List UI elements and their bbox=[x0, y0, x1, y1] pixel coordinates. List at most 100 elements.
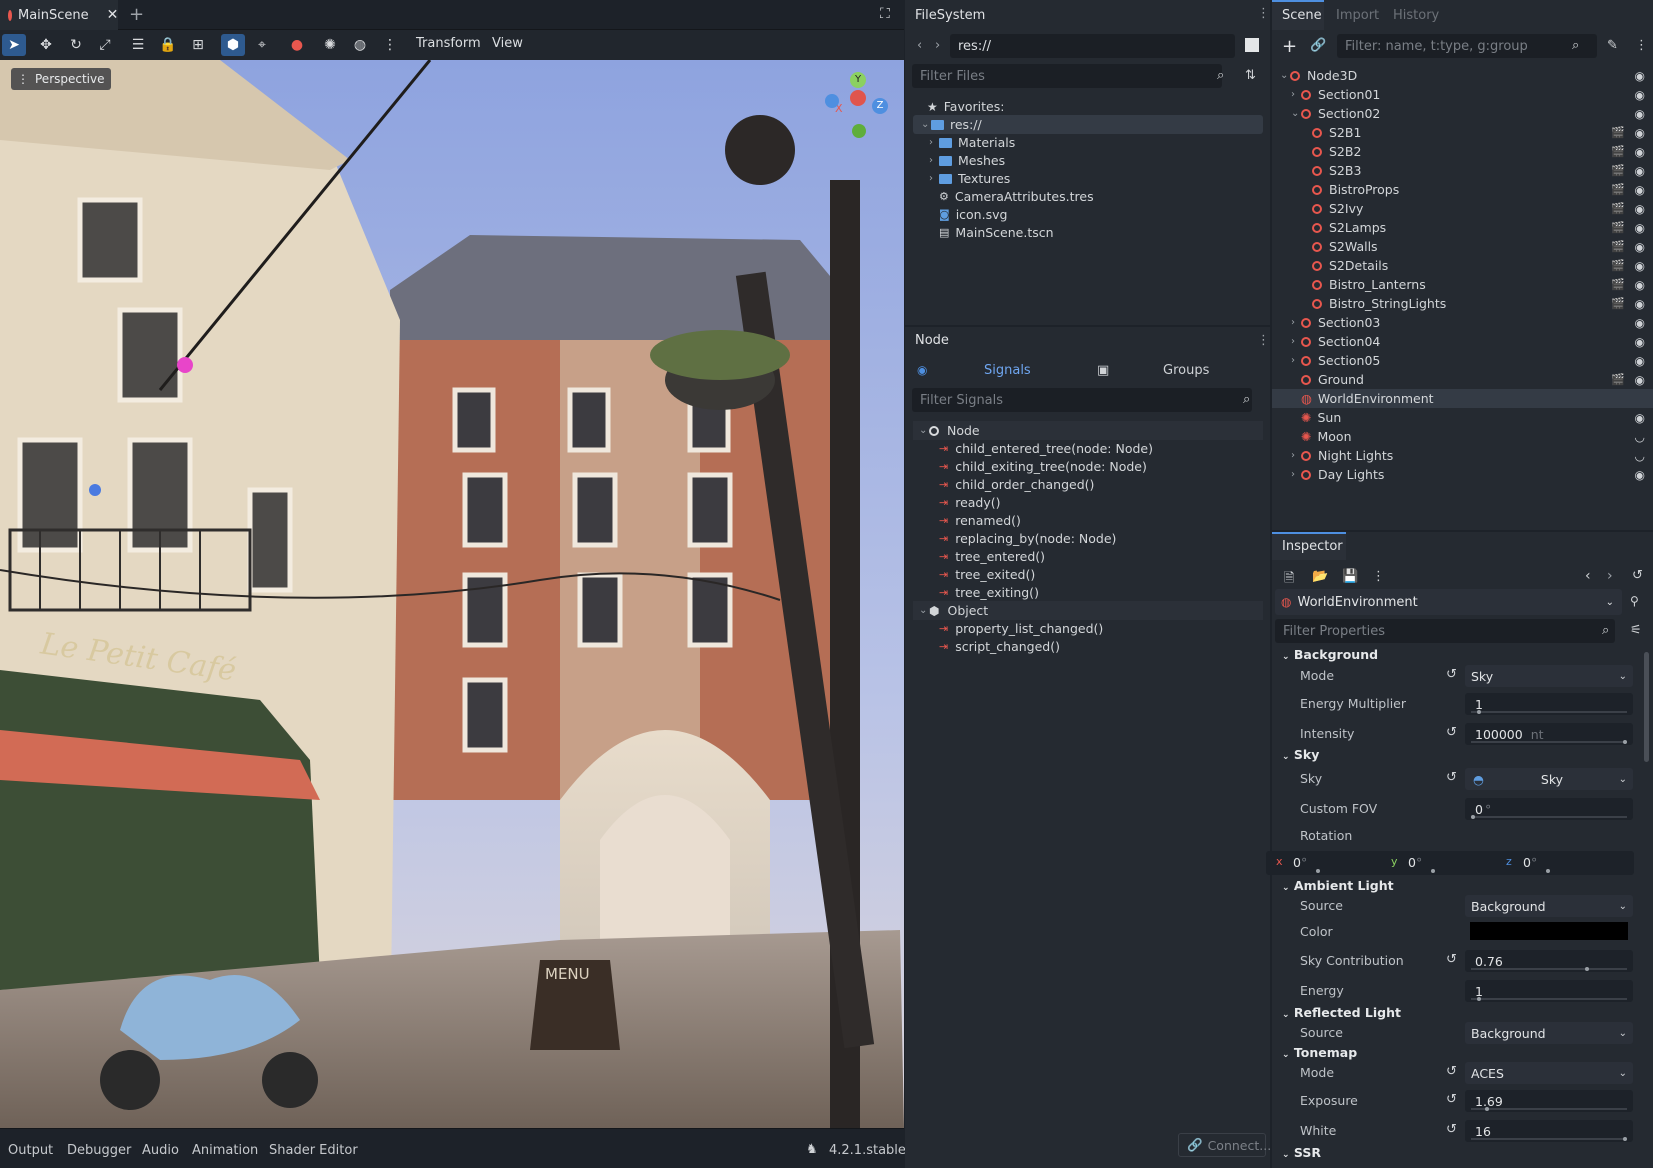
section-ambient-light[interactable]: ⌄ Ambient Light bbox=[1282, 878, 1394, 893]
lock-icon[interactable]: 🔒 bbox=[156, 34, 180, 56]
add-tab-icon[interactable]: + bbox=[129, 4, 144, 25]
scene-node-s2b3[interactable]: S2B3 🎬 ◉ bbox=[1272, 161, 1653, 180]
rotation-x-field[interactable]: 0° bbox=[1293, 855, 1307, 870]
filter-options-icon[interactable]: ⚟ bbox=[1630, 623, 1642, 638]
reset-icon[interactable]: ↺ bbox=[1446, 725, 1457, 740]
scene-node-bistro-stringlights[interactable]: Bistro_StringLights 🎬 ◉ bbox=[1272, 294, 1653, 313]
scene-node-section04[interactable]: › Section04 ◉ bbox=[1272, 332, 1653, 351]
open-folder-icon[interactable]: 📂 bbox=[1312, 569, 1328, 584]
reset-icon[interactable]: ↺ bbox=[1446, 770, 1457, 785]
chevron-right-icon[interactable]: › bbox=[1291, 450, 1301, 461]
visibility-hidden-icon[interactable]: ◡ bbox=[1635, 430, 1645, 444]
more-options-icon[interactable]: ⋮ bbox=[378, 34, 402, 56]
scene-node-section02[interactable]: ⌄ Section02 ◉ bbox=[1272, 104, 1653, 123]
open-in-editor-icon[interactable]: 🎬 bbox=[1611, 259, 1625, 272]
gizmo-y-axis[interactable]: Y bbox=[850, 72, 866, 88]
open-in-editor-icon[interactable]: 🎬 bbox=[1611, 126, 1625, 139]
reset-icon[interactable]: ↺ bbox=[1446, 952, 1457, 967]
visibility-eye-icon[interactable]: ◉ bbox=[1635, 411, 1645, 425]
scene-node-day-lights[interactable]: › Day Lights ◉ bbox=[1272, 465, 1653, 484]
open-in-editor-icon[interactable]: 🎬 bbox=[1611, 145, 1625, 158]
move-tool-icon[interactable]: ✥ bbox=[34, 34, 58, 56]
panel-menu-icon[interactable]: ⋮ bbox=[1635, 38, 1648, 53]
environment-preview-icon[interactable]: ◍ bbox=[348, 34, 372, 56]
filter-files-input[interactable]: Filter Files bbox=[912, 64, 1222, 88]
signal-item[interactable]: ⇥ script_changed() bbox=[939, 637, 1060, 656]
list-select-icon[interactable]: ☰ bbox=[126, 34, 150, 56]
save-icon[interactable]: 💾 bbox=[1342, 569, 1358, 584]
new-resource-icon[interactable]: 🗎 bbox=[1284, 569, 1294, 591]
open-in-editor-icon[interactable]: 🎬 bbox=[1611, 183, 1625, 196]
scene-node-bistro-lanterns[interactable]: Bistro_Lanterns 🎬 ◉ bbox=[1272, 275, 1653, 294]
inspector-scrollbar[interactable] bbox=[1644, 652, 1649, 762]
select-tool-icon[interactable]: ➤ bbox=[2, 34, 26, 56]
signal-item[interactable]: ⇥ tree_entered() bbox=[939, 547, 1045, 566]
visibility-eye-icon[interactable]: ◉ bbox=[1635, 202, 1645, 216]
chevron-down-icon[interactable]: ⌄ bbox=[1291, 108, 1301, 119]
back-arrow-icon[interactable]: ‹ bbox=[917, 38, 922, 53]
ambient-energy-field[interactable]: 1 bbox=[1465, 980, 1633, 1002]
panel-menu-icon[interactable]: ⋮ bbox=[1257, 6, 1270, 21]
fs-item-textures[interactable]: › Textures bbox=[929, 169, 1010, 188]
open-in-editor-icon[interactable]: 🎬 bbox=[1611, 373, 1625, 386]
scene-node-s2details[interactable]: S2Details 🎬 ◉ bbox=[1272, 256, 1653, 275]
scene-node-section01[interactable]: › Section01 ◉ bbox=[1272, 85, 1653, 104]
scene-node-s2lamps[interactable]: S2Lamps 🎬 ◉ bbox=[1272, 218, 1653, 237]
local-space-icon[interactable]: ⬢ bbox=[221, 34, 245, 56]
bg-mode-dropdown[interactable]: Sky ⌄ bbox=[1465, 665, 1633, 687]
sort-icon[interactable]: ⇅ bbox=[1245, 68, 1256, 83]
reflected-source-dropdown[interactable]: Background ⌄ bbox=[1465, 1022, 1633, 1044]
signal-item[interactable]: ⇥ tree_exited() bbox=[939, 565, 1035, 584]
open-in-editor-icon[interactable]: 🎬 bbox=[1611, 297, 1625, 310]
visibility-eye-icon[interactable]: ◉ bbox=[1635, 183, 1645, 197]
bottom-tab-debugger[interactable]: Debugger bbox=[67, 1143, 131, 1158]
filter-signals-input[interactable]: Filter Signals bbox=[912, 388, 1252, 412]
view-gizmo[interactable]: Y X Z bbox=[820, 70, 890, 140]
visibility-eye-icon[interactable]: ◉ bbox=[1635, 88, 1645, 102]
3d-viewport[interactable]: ⋮ Perspective Le Petit Café MENU Y X Z bbox=[0, 60, 904, 1128]
filter-properties-input[interactable]: Filter Properties bbox=[1275, 619, 1615, 643]
signal-item[interactable]: ⇥ child_entered_tree(node: Node) bbox=[939, 439, 1153, 458]
fs-item-camera-attributes[interactable]: ⚙ CameraAttributes.tres bbox=[939, 187, 1094, 206]
gizmo-z-axis[interactable]: Z bbox=[872, 98, 888, 114]
ambient-source-dropdown[interactable]: Background ⌄ bbox=[1465, 895, 1633, 917]
bottom-tab-animation[interactable]: Animation bbox=[192, 1143, 258, 1158]
signal-item[interactable]: ⇥ property_list_changed() bbox=[939, 619, 1103, 638]
scene-filter-input[interactable]: Filter: name, t:type, g:group bbox=[1337, 34, 1597, 58]
signal-item[interactable]: ⇥ replacing_by(node: Node) bbox=[939, 529, 1116, 548]
tab-signals[interactable]: Signals bbox=[984, 363, 1031, 378]
visibility-eye-icon[interactable]: ◉ bbox=[1635, 107, 1645, 121]
signal-item[interactable]: ⇥ child_order_changed() bbox=[939, 475, 1094, 494]
tab-groups[interactable]: Groups bbox=[1163, 363, 1209, 378]
chevron-right-icon[interactable]: › bbox=[1291, 317, 1301, 328]
exposure-field[interactable]: 1.69 bbox=[1465, 1090, 1633, 1112]
history-forward-icon[interactable]: › bbox=[1607, 568, 1613, 584]
tab-scene[interactable]: Scene bbox=[1282, 8, 1322, 23]
scene-node-ground[interactable]: Ground 🎬 ◉ bbox=[1272, 370, 1653, 389]
group-icon[interactable]: ⊞ bbox=[186, 34, 210, 56]
open-in-editor-icon[interactable]: 🎬 bbox=[1611, 278, 1625, 291]
view-menu[interactable]: View bbox=[492, 36, 523, 51]
visibility-eye-icon[interactable]: ◉ bbox=[1635, 240, 1645, 254]
connect-button[interactable]: 🔗 Connect... bbox=[1178, 1133, 1271, 1157]
signal-item[interactable]: ⇥ child_exiting_tree(node: Node) bbox=[939, 457, 1147, 476]
object-selector[interactable]: ◍ WorldEnvironment ⌄ bbox=[1275, 589, 1622, 615]
scene-node-s2b2[interactable]: S2B2 🎬 ◉ bbox=[1272, 142, 1653, 161]
signal-item[interactable]: ⇥ ready() bbox=[939, 493, 1001, 512]
scene-node-night-lights[interactable]: › Night Lights ◡ bbox=[1272, 446, 1653, 465]
visibility-eye-icon[interactable]: ◉ bbox=[1635, 259, 1645, 273]
fs-item-mainscene[interactable]: ▤ MainScene.tscn bbox=[939, 223, 1054, 242]
add-node-icon[interactable]: + bbox=[1282, 36, 1297, 57]
scene-node-worldenvironment[interactable]: ◍ WorldEnvironment bbox=[1272, 389, 1653, 408]
forward-arrow-icon[interactable]: › bbox=[935, 38, 940, 53]
scene-node-section03[interactable]: › Section03 ◉ bbox=[1272, 313, 1653, 332]
snap-icon[interactable]: ⌖ bbox=[250, 34, 274, 56]
visibility-eye-icon[interactable]: ◉ bbox=[1635, 145, 1645, 159]
fs-item-icon-svg[interactable]: ◙ icon.svg bbox=[939, 205, 1007, 224]
split-view-icon[interactable] bbox=[1245, 38, 1259, 52]
object-history-icon[interactable]: ↺ bbox=[1632, 568, 1643, 583]
chevron-right-icon[interactable]: › bbox=[1291, 469, 1301, 480]
visibility-eye-icon[interactable]: ◉ bbox=[1635, 297, 1645, 311]
reset-icon[interactable]: ↺ bbox=[1446, 1092, 1457, 1107]
history-back-icon[interactable]: ‹ bbox=[1585, 568, 1591, 584]
